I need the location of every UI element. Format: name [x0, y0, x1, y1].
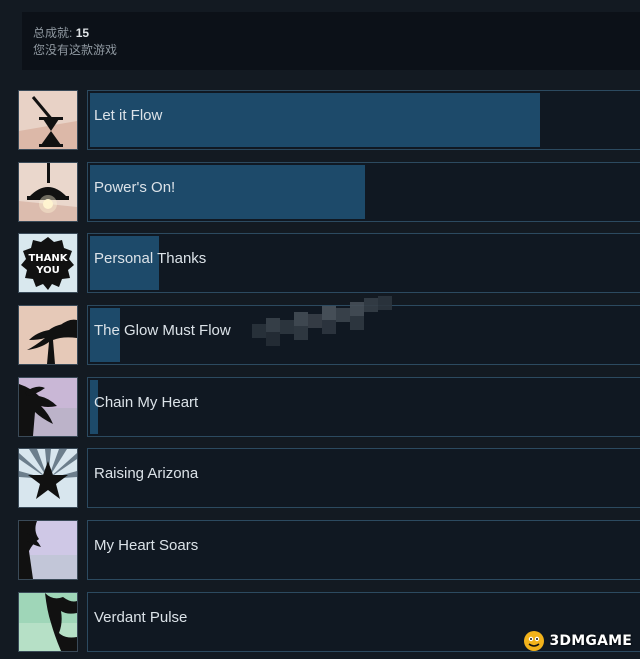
- tree-silhouette-icon: [18, 305, 78, 366]
- achievement-row: Let it Flow: [18, 90, 640, 150]
- achievement-name: My Heart Soars: [94, 537, 199, 555]
- achievement-name: Personal Thanks: [94, 250, 207, 268]
- achievement-list: Let it Flow Power's On! THANK YOU Person…: [18, 90, 640, 659]
- achievement-name: Raising Arizona: [94, 465, 199, 483]
- achievement-progress-bar[interactable]: Raising Arizona: [87, 448, 640, 509]
- achievement-progress-bar[interactable]: Personal Thanks: [87, 233, 640, 294]
- ceiling-lamp-icon: [18, 161, 78, 222]
- achievement-progress-bar[interactable]: Let it Flow: [87, 90, 640, 150]
- svg-text:THANK: THANK: [28, 253, 68, 264]
- total-label: 总成就:: [33, 26, 73, 40]
- tree-branch-icon: [18, 376, 78, 437]
- 3dm-logo-icon: [524, 631, 545, 651]
- achievement-progress-bar[interactable]: Power's On!: [87, 161, 640, 222]
- achievement-summary: 总成就: 15 您没有这款游戏: [22, 12, 640, 70]
- achievement-row: Chain My Heart: [18, 376, 640, 437]
- achievement-row: Raising Arizona: [18, 448, 640, 509]
- achievement-name: The Glow Must Flow: [94, 322, 231, 340]
- achievement-progress-bar[interactable]: My Heart Soars: [87, 520, 640, 581]
- watermark-text: 3DMGAME: [549, 633, 632, 649]
- tree-silhouette-icon: [18, 591, 78, 652]
- total-achievements: 总成就: 15: [33, 25, 640, 42]
- tree-silhouette-icon: [18, 520, 78, 581]
- hourglass-icon: [18, 90, 78, 150]
- achievement-name: Chain My Heart: [94, 393, 199, 411]
- mosaic-blur: [252, 296, 392, 346]
- achievement-row: THANK YOU Personal Thanks: [18, 233, 640, 294]
- achievement-name: Verdant Pulse: [94, 608, 188, 626]
- total-count: 15: [75, 26, 90, 40]
- achievement-row: Power's On!: [18, 161, 640, 222]
- achievement-name: Power's On!: [94, 178, 176, 196]
- svg-text:YOU: YOU: [35, 265, 60, 276]
- watermark: 3DMGAME: [522, 629, 632, 653]
- achievement-row: My Heart Soars: [18, 520, 640, 581]
- star-burst-icon: [18, 448, 78, 509]
- thank-you-badge-icon: THANK YOU: [18, 233, 78, 294]
- achievement-progress-bar[interactable]: Chain My Heart: [87, 376, 640, 437]
- ownership-status: 您没有这款游戏: [33, 43, 118, 57]
- achievements-page: 总成就: 15 您没有这款游戏 Let it Flow Power's On! …: [0, 0, 640, 659]
- achievement-name: Let it Flow: [94, 107, 163, 124]
